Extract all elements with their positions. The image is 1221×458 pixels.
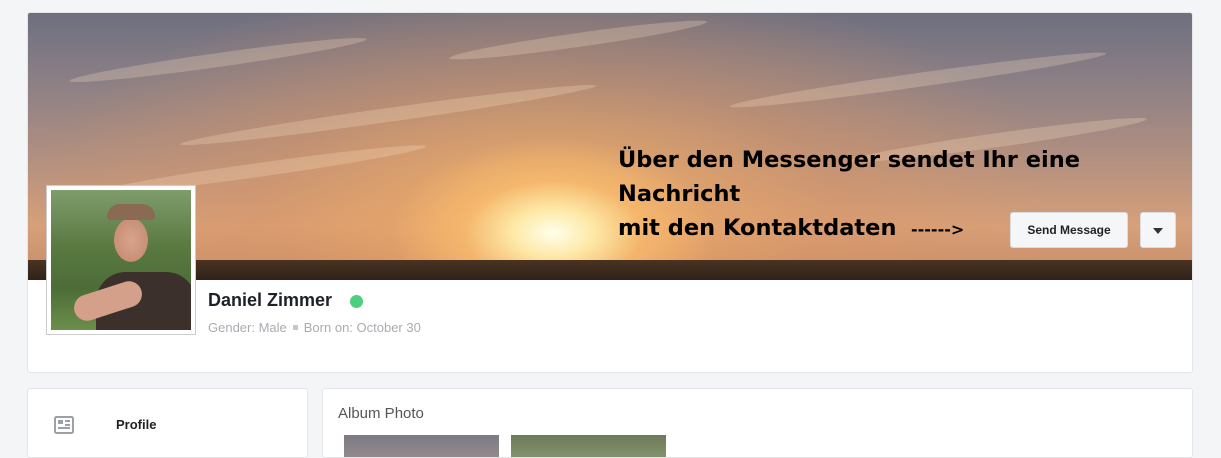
online-status-dot xyxy=(350,295,363,308)
caret-down-icon xyxy=(1153,221,1163,239)
profile-header-card: Über den Messenger sendet Ihr eine Nachr… xyxy=(27,12,1193,373)
annotation-line-1: Über den Messenger sendet Ihr eine Nachr… xyxy=(618,147,1080,207)
sidebar-item-profile[interactable]: Profile xyxy=(116,417,156,432)
album-thumbnail[interactable] xyxy=(511,435,666,457)
profile-meta: Gender: Male Born on: October 30 xyxy=(208,320,421,335)
avatar-photo xyxy=(51,190,191,330)
sidebar-menu: Profile xyxy=(27,388,308,458)
more-actions-button[interactable] xyxy=(1140,212,1176,248)
cover-photo: Über den Messenger sendet Ihr eine Nachr… xyxy=(28,13,1192,280)
profile-name[interactable]: Daniel Zimmer xyxy=(208,290,332,311)
birthday-text: Born on: October 30 xyxy=(303,320,421,335)
album-title: Album Photo xyxy=(338,405,424,422)
horizon xyxy=(28,260,1192,280)
meta-separator xyxy=(292,325,298,331)
gender-text: Gender: Male xyxy=(208,320,287,335)
profile-card-icon xyxy=(54,416,74,434)
album-thumbnail[interactable] xyxy=(344,435,499,457)
send-message-button[interactable]: Send Message xyxy=(1010,212,1128,248)
album-photo-panel: Album Photo xyxy=(322,388,1193,458)
annotation-arrow: ------> xyxy=(911,220,965,239)
avatar[interactable] xyxy=(46,185,196,335)
